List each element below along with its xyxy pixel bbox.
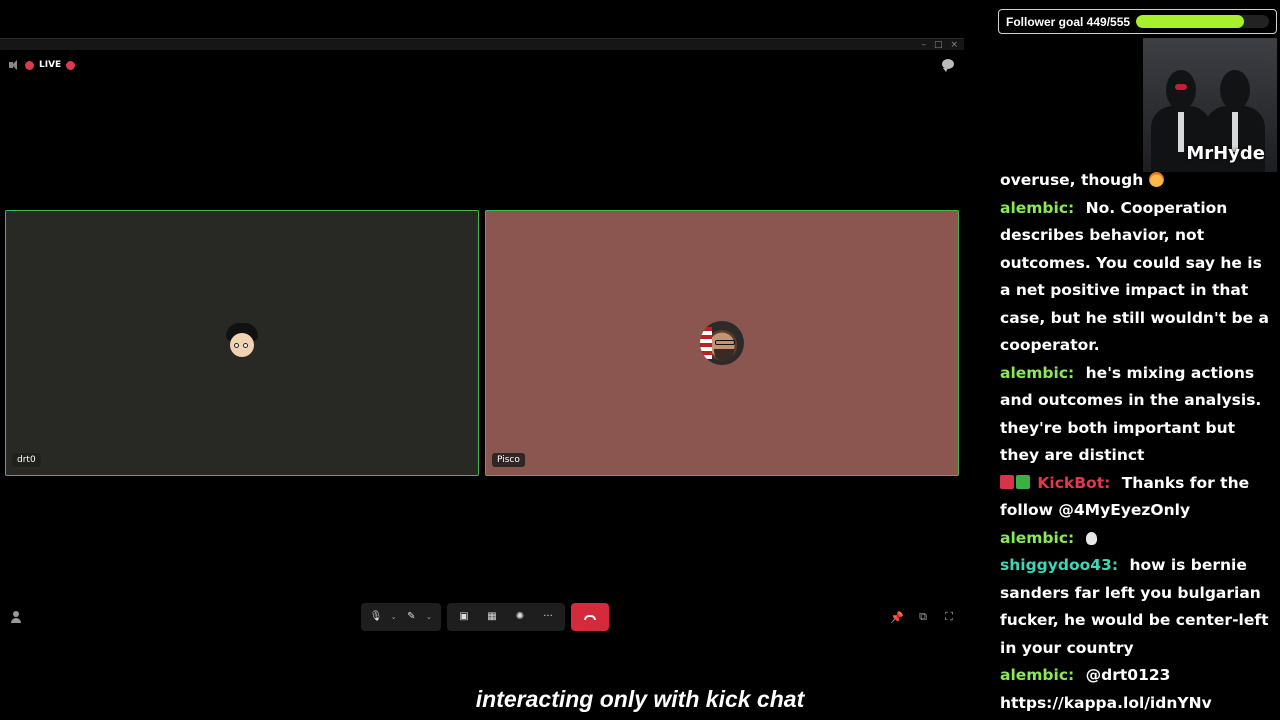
call-controls: 🎙 ⌄ ✎ ⌄ ▣ ▦ ✺ ··· xyxy=(361,603,609,631)
avatar xyxy=(700,321,744,365)
chat-username[interactable]: shiggydoo43: xyxy=(1000,556,1118,574)
chat-username[interactable]: alembic: xyxy=(1000,199,1074,217)
chat-message: alembic: xyxy=(1000,525,1272,553)
chat-bubble-icon[interactable] xyxy=(942,59,954,72)
participant-name: Pisco xyxy=(492,453,525,467)
chat-username[interactable]: alembic: xyxy=(1000,529,1074,547)
live-label: LIVE xyxy=(39,60,62,70)
avatar-eye xyxy=(243,343,248,348)
avatar-beard xyxy=(714,349,734,361)
red-eye-glow xyxy=(1175,84,1187,90)
flag-icon xyxy=(700,327,712,359)
hang-up-icon xyxy=(584,614,596,620)
screen-share-icon[interactable]: ▣ xyxy=(457,610,471,624)
chat-message: KickBot: Thanks for the follow @4MyEyezO… xyxy=(1000,470,1272,525)
participant-tile-drt0[interactable]: drt0 xyxy=(5,210,479,476)
popout-icon[interactable]: ⧉ xyxy=(916,610,930,624)
close-button[interactable]: × xyxy=(950,39,958,51)
chat-panel: overuse, though alembic: No. Cooperation… xyxy=(1000,172,1272,720)
tool-controls: ▣ ▦ ✺ ··· xyxy=(447,603,565,631)
camera-options-chevron-icon[interactable]: ⌄ xyxy=(425,610,433,624)
call-window: – □ × LIVE drt0 Pisco 🎙 ⌄ ✎ ⌄ ▣ ▦ ✺ ··· … xyxy=(0,38,964,638)
chat-username[interactable]: alembic: xyxy=(1000,666,1074,684)
media-controls: 🎙 ⌄ ✎ ⌄ xyxy=(361,603,441,631)
maximize-button[interactable]: □ xyxy=(934,39,943,51)
live-dot-icon xyxy=(25,60,34,70)
chat-messages: overuse, though alembic: No. Cooperation… xyxy=(1000,172,1272,717)
avatar xyxy=(220,321,264,365)
speaker-icon[interactable] xyxy=(8,59,20,71)
participant-tile-pisco[interactable]: Pisco xyxy=(485,210,959,476)
chat-message-text: No. Cooperation describes behavior, not … xyxy=(1000,198,1269,355)
window-controls: – □ × xyxy=(921,39,958,51)
chat-message: alembic: No. Cooperation describes behav… xyxy=(1000,195,1272,360)
chat-message: alembic: he's mixing actions and outcome… xyxy=(1000,360,1272,470)
follower-goal-label: Follower goal 449/555 xyxy=(1006,14,1131,29)
figure-head xyxy=(1166,70,1196,110)
avatar-glasses xyxy=(715,340,735,345)
status-bar: LIVE xyxy=(8,58,76,72)
pin-icon[interactable]: 📌 xyxy=(890,610,904,624)
recording-dot-icon xyxy=(66,60,76,70)
stream-caption: interacting only with kick chat xyxy=(475,686,805,712)
webcam-panel: MrHyde xyxy=(1143,38,1277,172)
chat-message: shiggydoo43: how is bernie sanders far l… xyxy=(1000,552,1272,662)
minimize-button[interactable]: – xyxy=(921,39,926,51)
follower-goal-fill xyxy=(1136,15,1244,28)
participant-name: drt0 xyxy=(12,453,41,467)
hang-up-button[interactable] xyxy=(571,603,609,631)
mic-icon[interactable]: 🎙 xyxy=(369,610,383,624)
fullscreen-icon[interactable]: ⛶ xyxy=(942,610,956,624)
skull-emote-icon xyxy=(1085,531,1097,545)
participants-icon[interactable] xyxy=(10,611,22,623)
figure-head xyxy=(1220,70,1250,110)
camera-off-icon[interactable]: ✎ xyxy=(404,610,418,624)
view-tools: 📌 ⧉ ⛶ xyxy=(890,610,956,624)
chat-message: overuse, though xyxy=(1000,172,1272,195)
follower-goal: Follower goal 449/555 xyxy=(998,9,1277,34)
verified-badge-icon xyxy=(1016,474,1030,489)
follower-goal-bar xyxy=(1136,15,1269,28)
moderator-badge-icon xyxy=(1000,474,1014,489)
chat-username[interactable]: KickBot: xyxy=(1037,474,1110,492)
grid-layout-icon[interactable]: ▦ xyxy=(485,610,499,624)
more-button[interactable]: ··· xyxy=(541,610,555,624)
heart-eyes-emote-icon xyxy=(1148,172,1164,187)
streamer-name: MrHyde xyxy=(1186,143,1265,164)
mic-options-chevron-icon[interactable]: ⌄ xyxy=(390,610,398,624)
avatar-eye xyxy=(234,343,239,348)
chat-username[interactable]: alembic: xyxy=(1000,364,1074,382)
title-bar: – □ × xyxy=(0,38,964,50)
chat-message-text: overuse, though xyxy=(1000,172,1144,189)
effects-icon[interactable]: ✺ xyxy=(513,610,527,624)
